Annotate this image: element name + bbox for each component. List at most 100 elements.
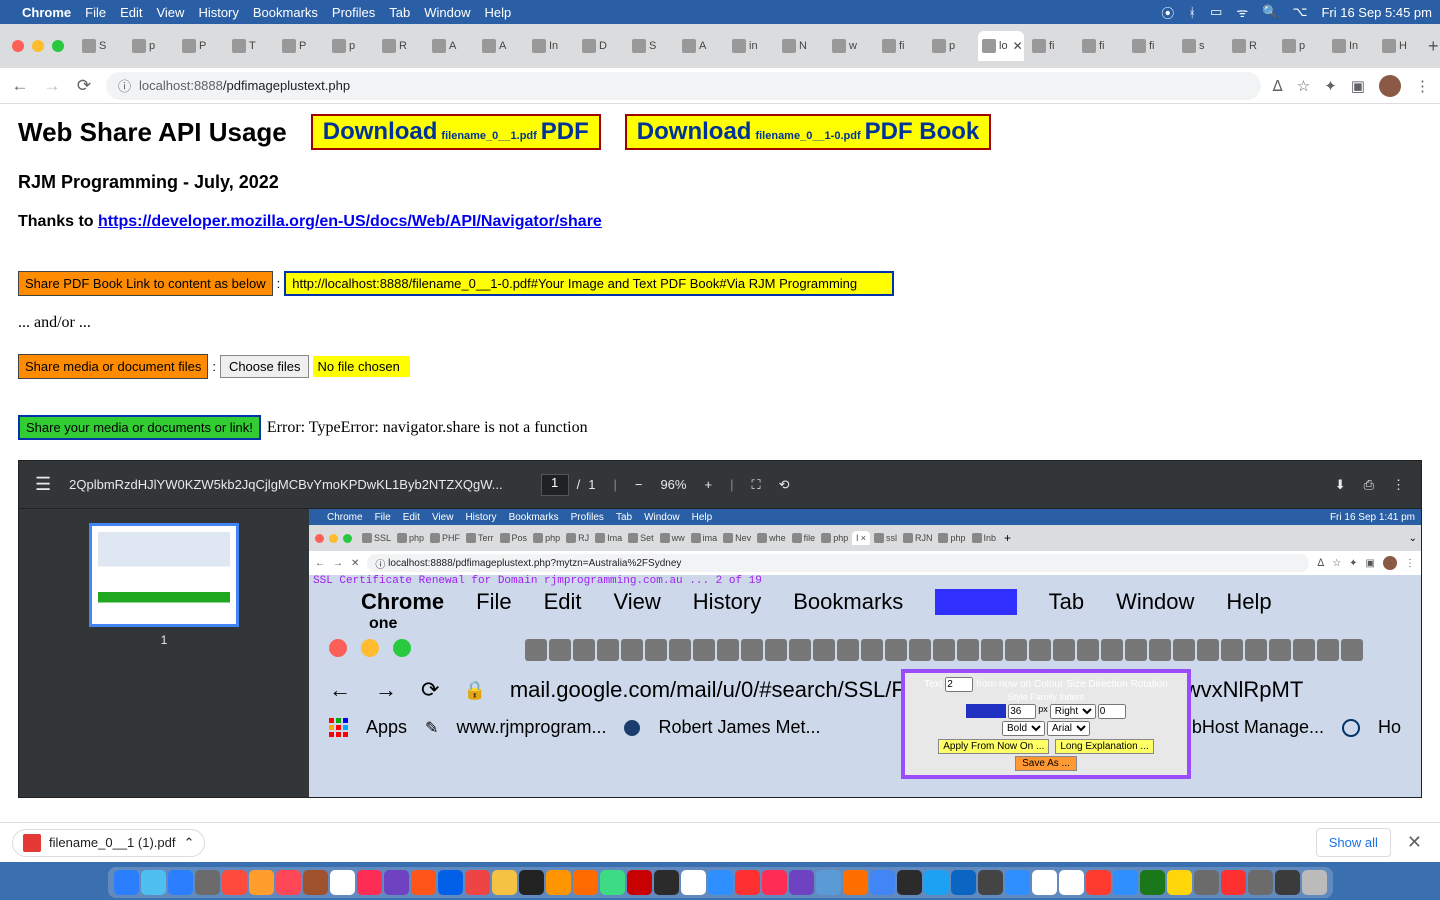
dock-app[interactable] <box>222 870 247 895</box>
print-icon[interactable]: ⎙ <box>1364 477 1374 493</box>
pdf-more-icon[interactable]: ⋮ <box>1392 477 1405 493</box>
site-info-icon[interactable]: ⓘ <box>118 76 131 95</box>
dock-app[interactable] <box>654 870 679 895</box>
menu-view[interactable]: View <box>156 5 184 20</box>
chevron-up-icon[interactable]: ⌃ <box>183 835 194 851</box>
popup-apply-button[interactable]: Apply From Now On ... <box>938 739 1049 754</box>
record-icon[interactable]: ⦿ <box>1161 3 1174 22</box>
profile-avatar[interactable] <box>1379 75 1401 97</box>
tab[interactable]: T <box>228 31 274 61</box>
window-minimize-icon[interactable] <box>32 40 44 52</box>
dock-app[interactable] <box>384 870 409 895</box>
popup-font[interactable]: Arial <box>1047 721 1090 736</box>
dock-app[interactable] <box>546 870 571 895</box>
close-downloads-bar[interactable]: ✕ <box>1401 832 1428 853</box>
window-close-icon[interactable] <box>12 40 24 52</box>
popup-direction[interactable]: Right <box>1050 704 1096 719</box>
dock-app[interactable] <box>411 870 436 895</box>
dock-app[interactable] <box>897 870 922 895</box>
tab[interactable]: fi <box>1078 31 1124 61</box>
tab[interactable]: H <box>1378 31 1424 61</box>
tab[interactable]: D <box>578 31 624 61</box>
popup-size[interactable] <box>1008 704 1036 719</box>
extensions-icon[interactable]: ✦ <box>1324 77 1337 95</box>
tab[interactable]: fi <box>878 31 924 61</box>
dock-app[interactable] <box>843 870 868 895</box>
choose-files-button[interactable]: Choose files <box>220 355 310 378</box>
tab[interactable]: p <box>328 31 374 61</box>
tab[interactable]: fi <box>1128 31 1174 61</box>
bookmark-star-icon[interactable]: ☆ <box>1297 77 1310 95</box>
dock-app[interactable] <box>195 870 220 895</box>
chrome-menu-icon[interactable]: ⋮ <box>1415 77 1430 95</box>
app-name[interactable]: Chrome <box>22 5 71 20</box>
tab-active[interactable]: lo✕ <box>978 31 1024 61</box>
tab[interactable]: A <box>428 31 474 61</box>
pdf-menu-icon[interactable]: ☰ <box>35 474 51 495</box>
spotlight-icon[interactable]: 🔍 <box>1262 4 1278 20</box>
share-files-button[interactable]: Share media or document files <box>18 354 208 379</box>
dock-app[interactable] <box>627 870 652 895</box>
popup-text-num[interactable] <box>945 677 973 692</box>
zoom-out-button[interactable]: − <box>635 477 643 492</box>
window-zoom-icon[interactable] <box>52 40 64 52</box>
menu-history[interactable]: History <box>198 5 238 20</box>
dock-app[interactable] <box>762 870 787 895</box>
tab[interactable]: In <box>1328 31 1374 61</box>
tab[interactable]: s <box>1178 31 1224 61</box>
tab[interactable]: in <box>728 31 774 61</box>
dock-app[interactable] <box>1113 870 1138 895</box>
menu-bookmarks[interactable]: Bookmarks <box>253 5 318 20</box>
tab[interactable]: p <box>128 31 174 61</box>
download-chip[interactable]: filename_0__1 (1).pdf ⌃ <box>12 829 205 857</box>
menu-edit[interactable]: Edit <box>120 5 142 20</box>
rotate-icon[interactable]: ⟲ <box>779 477 790 493</box>
dock-app[interactable] <box>924 870 949 895</box>
new-tab-button[interactable]: + <box>1428 36 1439 57</box>
dock-app[interactable] <box>1086 870 1111 895</box>
tab[interactable]: P <box>278 31 324 61</box>
download-icon[interactable]: ⬇ <box>1335 477 1346 493</box>
menu-help[interactable]: Help <box>485 5 512 20</box>
bluetooth-icon[interactable]: ᚼ <box>1188 5 1196 20</box>
dock-app[interactable] <box>1248 870 1273 895</box>
popup-weight[interactable]: Bold <box>1002 721 1045 736</box>
dock-app[interactable] <box>492 870 517 895</box>
close-tab-icon[interactable]: ✕ <box>1013 39 1023 53</box>
tab[interactable]: In <box>528 31 574 61</box>
dock-app[interactable] <box>249 870 274 895</box>
dock-app[interactable] <box>1167 870 1192 895</box>
fit-page-icon[interactable]: ⛶ <box>751 477 760 493</box>
menu-tab[interactable]: Tab <box>389 5 410 20</box>
share-link-input[interactable] <box>284 271 894 296</box>
tab[interactable]: N <box>778 31 824 61</box>
share-link-button[interactable]: Share PDF Book Link to content as below <box>18 271 273 296</box>
popup-rotation[interactable] <box>1098 704 1126 719</box>
dock-app[interactable] <box>951 870 976 895</box>
dock-app[interactable] <box>465 870 490 895</box>
download-pdf-book-button[interactable]: Download filename_0__1-0.pdf PDF Book <box>625 114 991 150</box>
dock-app[interactable] <box>681 870 706 895</box>
dock-app[interactable] <box>519 870 544 895</box>
dock-app[interactable] <box>1140 870 1165 895</box>
tab[interactable]: R <box>378 31 424 61</box>
back-button[interactable]: ← <box>10 76 30 96</box>
dock-app[interactable] <box>870 870 895 895</box>
dock-app[interactable] <box>330 870 355 895</box>
tab[interactable]: S <box>78 31 124 61</box>
download-pdf-button[interactable]: Download filename_0__1.pdf PDF <box>311 114 601 150</box>
popup-save-button[interactable]: Save As ... <box>1015 756 1077 771</box>
menu-file[interactable]: File <box>85 5 106 20</box>
dock-app[interactable] <box>1221 870 1246 895</box>
dock-app[interactable] <box>1275 870 1300 895</box>
tab[interactable]: S <box>628 31 674 61</box>
menu-window[interactable]: Window <box>424 5 470 20</box>
zoom-in-button[interactable]: + <box>704 477 712 492</box>
tab[interactable]: A <box>678 31 724 61</box>
dock-app[interactable] <box>276 870 301 895</box>
dock-app[interactable] <box>600 870 625 895</box>
share-icon[interactable]: ᐃ <box>1273 77 1283 95</box>
tab[interactable]: fi <box>1028 31 1074 61</box>
dock-app[interactable] <box>438 870 463 895</box>
wifi-icon[interactable]: ᯤ <box>1236 3 1248 21</box>
